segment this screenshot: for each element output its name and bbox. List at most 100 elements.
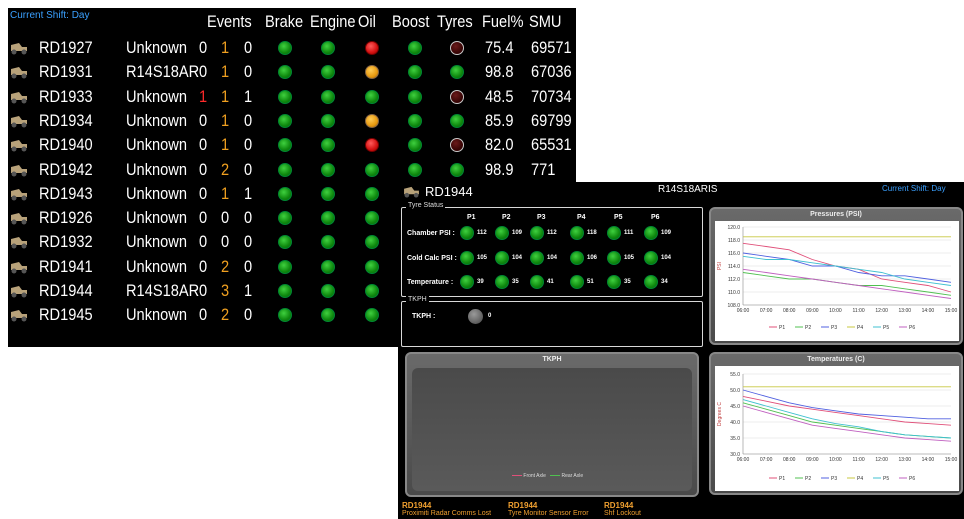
tyre-value: 104 [661, 255, 672, 261]
fuel-percent: 98.9 [485, 159, 514, 179]
tkph-label: TKPH : [412, 313, 436, 320]
alert-unit: RD1944 [402, 501, 432, 510]
event-count-info: 0 [244, 110, 253, 130]
event-count-warning: 1 [221, 62, 230, 82]
series-line-p5 [742, 399, 952, 439]
alert-unit: RD1944 [604, 501, 634, 510]
operator-name: Unknown [126, 159, 187, 179]
x-tick-label: 11:00 [852, 457, 864, 463]
event-count-critical: 0 [199, 110, 208, 130]
engine-status-icon [321, 65, 335, 80]
tyre-value: 41 [547, 279, 554, 285]
operator-name: Unknown [126, 305, 187, 325]
haul-truck-icon [11, 310, 27, 322]
fleet-row[interactable]: RD1942 Unknown 0 2 0 98.9 771 [8, 158, 576, 182]
x-tick-label: 15:00 [945, 308, 958, 314]
x-tick-label: 12:00 [875, 457, 888, 463]
event-count-critical: 0 [199, 38, 208, 57]
series-line-p6 [742, 268, 952, 299]
oil-status-icon [365, 284, 379, 298]
brake-status-icon [278, 113, 292, 128]
operator-name: R14S18AR [126, 62, 200, 82]
fuel-percent: 75.4 [485, 38, 514, 57]
boost-status-icon [408, 113, 422, 128]
tyre-status-dot [570, 275, 584, 289]
legend-label: P5 [883, 325, 889, 331]
smu-hours: 69799 [531, 110, 572, 130]
oil-status-icon [365, 186, 379, 201]
unit-id: RD1943 [39, 183, 93, 203]
event-count-critical: 0 [199, 256, 208, 276]
fuel-percent: 85.9 [485, 110, 514, 130]
event-count-warning: 2 [221, 256, 230, 276]
smu-hours: 65531 [531, 135, 572, 155]
fleet-row[interactable]: RD1931 R14S18AR 0 1 0 98.8 67036 [8, 60, 576, 84]
brake-status-icon [278, 89, 292, 104]
event-count-warning: 1 [221, 38, 230, 57]
oil-status-icon [365, 138, 379, 153]
engine-status-icon [321, 211, 335, 226]
tyre-status-dot [495, 275, 509, 289]
engine-status-icon [321, 113, 335, 128]
tyre-row-label: Temperature : [407, 279, 454, 286]
boost-status-icon [408, 138, 422, 153]
brake-status-icon [278, 186, 292, 201]
operator-name: Unknown [126, 38, 187, 57]
event-count-info: 0 [244, 208, 253, 228]
event-count-info: 1 [244, 281, 253, 300]
legend-label: P2 [805, 325, 811, 331]
tyre-value: 109 [512, 230, 523, 236]
tyre-status-dot [495, 251, 509, 265]
alert-message: Proximiti Radar Comms Lost [402, 510, 492, 517]
tyre-position-header: P4 [577, 214, 586, 221]
x-tick-label: 11:00 [852, 308, 864, 314]
event-count-info: 1 [244, 183, 253, 203]
brake-status-icon [278, 162, 292, 177]
fleet-row[interactable]: RD1934 Unknown 0 1 0 85.9 69799 [8, 109, 576, 133]
x-tick-label: 06:00 [737, 308, 750, 314]
legend-rear-axle: Rear Axle [561, 473, 584, 479]
tyre-status-label: Tyre Status [406, 202, 446, 209]
unit-id: RD1933 [39, 86, 93, 106]
event-count-warning: 2 [221, 305, 230, 325]
pressures-plot-area: 120.0 118.0 116.0 114.0 112.0 110.0 108.0 06:00… [715, 221, 959, 341]
legend-label: P3 [831, 476, 837, 482]
y-axis-label: PSI [717, 262, 723, 270]
alert-item[interactable]: RD1944 Shf Lockout [604, 501, 641, 517]
tyre-value: 111 [624, 230, 634, 236]
legend-label: P4 [857, 325, 863, 331]
tyres-status-icon [450, 41, 464, 55]
event-count-info: 0 [244, 62, 253, 82]
fleet-row[interactable]: RD1933 Unknown 1 1 1 48.5 70734 [8, 85, 576, 109]
unit-id: RD1940 [39, 135, 93, 155]
fleet-row[interactable]: RD1927 Unknown 0 1 0 75.4 69571 [8, 36, 576, 60]
alert-item[interactable]: RD1944 Tyre Monitor Sensor Error [508, 501, 589, 517]
engine-status-icon [321, 235, 335, 250]
tyre-status-dot [644, 226, 658, 240]
x-tick-label: 09:00 [806, 308, 819, 314]
engine-status-icon [321, 162, 335, 177]
event-count-critical: 0 [199, 183, 208, 203]
brake-status-icon [278, 138, 292, 153]
alert-item[interactable]: RD1944 Proximiti Radar Comms Lost [402, 501, 491, 517]
event-count-info: 0 [244, 38, 253, 57]
event-count-warning: 1 [221, 183, 230, 203]
tyre-status-box: Tyre Status P1 P2 P3 P4 P5 P6 Chamber PSI : 112… [401, 202, 703, 297]
oil-status-icon [365, 41, 379, 55]
fuel-percent: 82.0 [485, 135, 514, 155]
haul-truck-icon [11, 213, 27, 225]
fleet-row[interactable]: RD1940 Unknown 0 1 0 82.0 65531 [8, 133, 576, 157]
engine-status-icon [321, 138, 335, 153]
tyre-value: 34 [661, 279, 668, 285]
operator-name: Unknown [126, 232, 187, 252]
tyre-value: 104 [512, 255, 523, 261]
haul-truck-icon [11, 286, 27, 298]
event-count-warning: 1 [221, 135, 230, 155]
tkph-legend: Front Axle Rear Axle [512, 473, 583, 479]
boost-status-icon [408, 162, 422, 177]
x-tick-label: 14:00 [922, 308, 935, 314]
tyres-status-icon [450, 65, 464, 80]
header-brake: Brake [265, 12, 304, 31]
engine-status-icon [321, 186, 335, 201]
boost-status-icon [408, 41, 422, 55]
